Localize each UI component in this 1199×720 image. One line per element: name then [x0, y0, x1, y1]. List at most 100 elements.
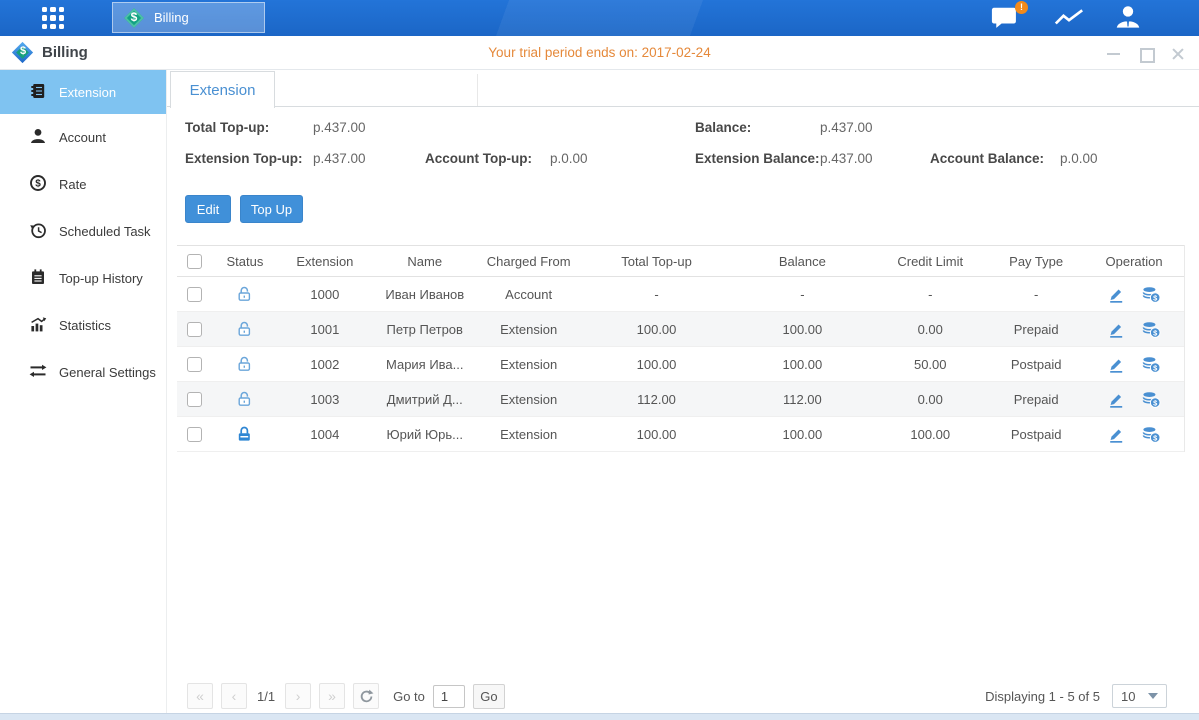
select-all-checkbox[interactable]	[187, 254, 202, 269]
cell-pay-type: Postpaid	[988, 427, 1084, 442]
top-up-row-icon[interactable]: $	[1141, 356, 1161, 373]
topup-history-notepad-icon	[29, 268, 47, 289]
cell-balance: 100.00	[732, 427, 872, 442]
cell-name: Иван Иванов	[373, 287, 477, 302]
tab-strip: Extension	[167, 70, 1199, 107]
notification-badge: !	[1015, 1, 1028, 14]
lock-status-icon	[236, 355, 253, 370]
cell-extension: 1000	[277, 287, 373, 302]
close-icon[interactable]	[1170, 46, 1185, 61]
extension-topup-label: Extension Top-up:	[185, 151, 313, 166]
sidebar-item-statistics[interactable]: Statistics	[0, 302, 166, 349]
column-balance: Balance	[732, 254, 872, 269]
sidebar-item-label: Extension	[59, 85, 116, 100]
window-titlebar: $ Billing Your trial period ends on: 201…	[0, 36, 1199, 70]
sidebar-item-rate[interactable]: $ Rate	[0, 161, 166, 208]
cell-extension: 1004	[277, 427, 373, 442]
top-up-row-icon[interactable]: $	[1141, 321, 1161, 338]
lock-status-icon	[236, 320, 253, 335]
edit-row-icon[interactable]	[1107, 426, 1125, 443]
billing-logo-icon: $	[12, 42, 34, 64]
next-page-button[interactable]: ›	[285, 683, 311, 709]
row-checkbox[interactable]	[187, 427, 202, 442]
row-checkbox[interactable]	[187, 357, 202, 372]
cell-charged-from: Extension	[477, 392, 581, 407]
maximize-icon[interactable]	[1138, 46, 1153, 61]
tab-extension[interactable]: Extension	[170, 71, 275, 108]
sidebar-item-scheduled-task[interactable]: Scheduled Task	[0, 208, 166, 255]
row-checkbox[interactable]	[187, 392, 202, 407]
edit-row-icon[interactable]	[1107, 321, 1125, 338]
last-page-button[interactable]: »	[319, 683, 345, 709]
cell-extension: 1002	[277, 357, 373, 372]
taskbar-tab-billing[interactable]: $ Billing	[112, 2, 265, 33]
extensions-table: Status Extension Name Charged From Total…	[177, 245, 1185, 452]
top-up-row-icon[interactable]: $	[1141, 426, 1161, 443]
first-page-button[interactable]: «	[187, 683, 213, 709]
column-total-topup: Total Top-up	[581, 254, 733, 269]
window-bottom-edge	[0, 713, 1199, 720]
top-up-button[interactable]: Top Up	[240, 195, 303, 223]
table-row: 1001 Петр Петров Extension 100.00 100.00…	[177, 312, 1184, 347]
window-title: Billing	[42, 44, 88, 61]
goto-label: Go to	[393, 689, 425, 704]
account-balance-label: Account Balance:	[930, 151, 1060, 166]
extension-balance-label: Extension Balance:	[695, 151, 820, 166]
cell-total-topup: 112.00	[581, 392, 733, 407]
taskbar: $ Billing !	[0, 0, 1199, 36]
extension-book-icon	[29, 82, 47, 103]
cell-name: Дмитрий Д...	[373, 392, 477, 407]
column-name: Name	[373, 254, 477, 269]
sidebar-item-topup-history[interactable]: Top-up History	[0, 255, 166, 302]
sidebar-item-label: Account	[59, 130, 106, 145]
extension-balance-value: p.437.00	[820, 151, 873, 166]
table-row: 1000 Иван Иванов Account - - - - $	[177, 277, 1184, 312]
edit-row-icon[interactable]	[1107, 286, 1125, 303]
edit-button[interactable]: Edit	[185, 195, 231, 223]
app-launcher-grid-icon[interactable]	[42, 7, 64, 29]
chevron-down-icon	[1148, 693, 1158, 699]
lock-status-icon	[236, 390, 253, 405]
billing-summary: Total Top-up: p.437.00 Balance: p.437.00…	[167, 118, 1199, 184]
main-content: Extension Total Top-up: p.437.00 Balance…	[167, 70, 1199, 713]
column-pay-type: Pay Type	[988, 254, 1084, 269]
sidebar-item-account[interactable]: Account	[0, 114, 166, 161]
sidebar-item-general-settings[interactable]: General Settings	[0, 349, 166, 396]
go-button[interactable]: Go	[473, 684, 505, 709]
page-size-select[interactable]: 10	[1112, 684, 1167, 708]
goto-page-input[interactable]	[433, 685, 465, 708]
cell-name: Мария Ива...	[373, 357, 477, 372]
cell-name: Юрий Юрь...	[373, 427, 477, 442]
top-up-row-icon[interactable]: $	[1141, 286, 1161, 303]
cell-credit-limit: 0.00	[872, 392, 988, 407]
top-up-row-icon[interactable]: $	[1141, 391, 1161, 408]
prev-page-button[interactable]: ‹	[221, 683, 247, 709]
row-checkbox[interactable]	[187, 322, 202, 337]
column-status: Status	[213, 254, 277, 269]
edit-row-icon[interactable]	[1107, 391, 1125, 408]
trial-notice: Your trial period ends on: 2017-02-24	[488, 45, 710, 60]
cell-charged-from: Extension	[477, 427, 581, 442]
row-checkbox[interactable]	[187, 287, 202, 302]
account-balance-value: p.0.00	[1060, 151, 1098, 166]
edit-row-icon[interactable]	[1107, 356, 1125, 373]
user-account-icon[interactable]	[1113, 4, 1147, 30]
lock-status-icon	[236, 425, 253, 440]
sidebar-item-label: Top-up History	[59, 271, 143, 286]
minimize-icon[interactable]	[1106, 46, 1121, 61]
pagination-bar: « ‹ 1/1 › » Go to Go Displaying 1 - 5 of…	[177, 682, 1199, 710]
svg-text:$: $	[35, 179, 41, 190]
statistics-chart-icon[interactable]	[1052, 7, 1086, 33]
refresh-button[interactable]	[353, 683, 379, 709]
sidebar-item-label: General Settings	[59, 365, 156, 380]
cell-pay-type: -	[988, 287, 1084, 302]
table-row: 1002 Мария Ива... Extension 100.00 100.0…	[177, 347, 1184, 382]
account-topup-value: p.0.00	[550, 151, 588, 166]
messages-icon[interactable]: !	[990, 5, 1024, 31]
cell-extension: 1003	[277, 392, 373, 407]
column-charged-from: Charged From	[477, 254, 581, 269]
total-topup-label: Total Top-up:	[185, 120, 313, 135]
table-row: 1003 Дмитрий Д... Extension 112.00 112.0…	[177, 382, 1184, 417]
cell-balance: -	[732, 287, 872, 302]
sidebar-item-extension[interactable]: Extension	[0, 70, 166, 114]
